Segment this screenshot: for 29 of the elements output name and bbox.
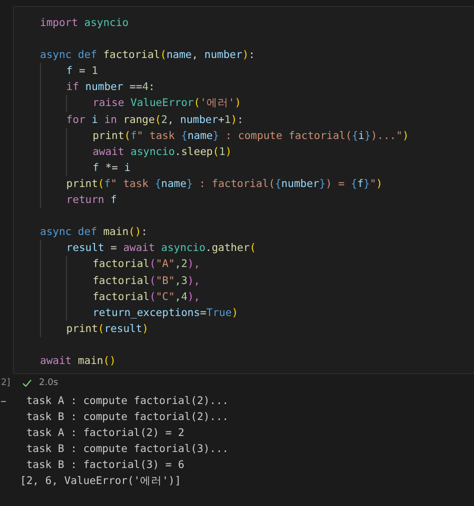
code-line: import asyncio (40, 16, 130, 31)
code-line: async def main(): (40, 225, 148, 240)
output-line: task A : compute factorial(2)... (25, 394, 229, 410)
code-line: if number ==4: (40, 79, 474, 96)
code-line: result = await asyncio.gather( (40, 240, 474, 256)
code-cell[interactable] (13, 6, 474, 374)
code-line: async def factorial(name, number): (40, 48, 256, 64)
code-line: return f (40, 192, 474, 208)
output-line: task A : factorial(2) = 2 (25, 426, 186, 442)
code-line: factorial("C",4), (40, 288, 474, 305)
code-line: print(f" task {name} : factorial({number}) = {f}") (40, 176, 474, 192)
code-line: f *= i (40, 160, 474, 176)
code-line: return_exceptions=True) (40, 304, 474, 321)
code-line: await asyncio.sleep(1) (40, 144, 474, 160)
output-line: task B : compute factorial(2)... (25, 410, 229, 426)
code-line: f = 1 (40, 63, 474, 80)
output-line: task B : factorial(3) = 6 (25, 458, 186, 474)
code-line: print(result) (40, 320, 474, 337)
code-line: await main() (40, 354, 117, 369)
output-line: [2, 6, ValueError('에러')] (20, 474, 182, 490)
code-line: for i in range(2, number+1): (40, 112, 474, 128)
code-line: raise ValueError('에러') (40, 95, 474, 112)
code-line: factorial("A",2), (40, 256, 474, 272)
code-line: factorial("B",3), (40, 272, 474, 289)
output-marker-icon[interactable] (1, 401, 6, 402)
code-line: print(f" task {name} : compute factorial({i})...") (40, 128, 474, 144)
execution-count: 2] (0, 378, 12, 388)
execution-duration: 2.0s (39, 378, 58, 388)
output-line: task B : compute factorial(3)... (25, 442, 229, 458)
